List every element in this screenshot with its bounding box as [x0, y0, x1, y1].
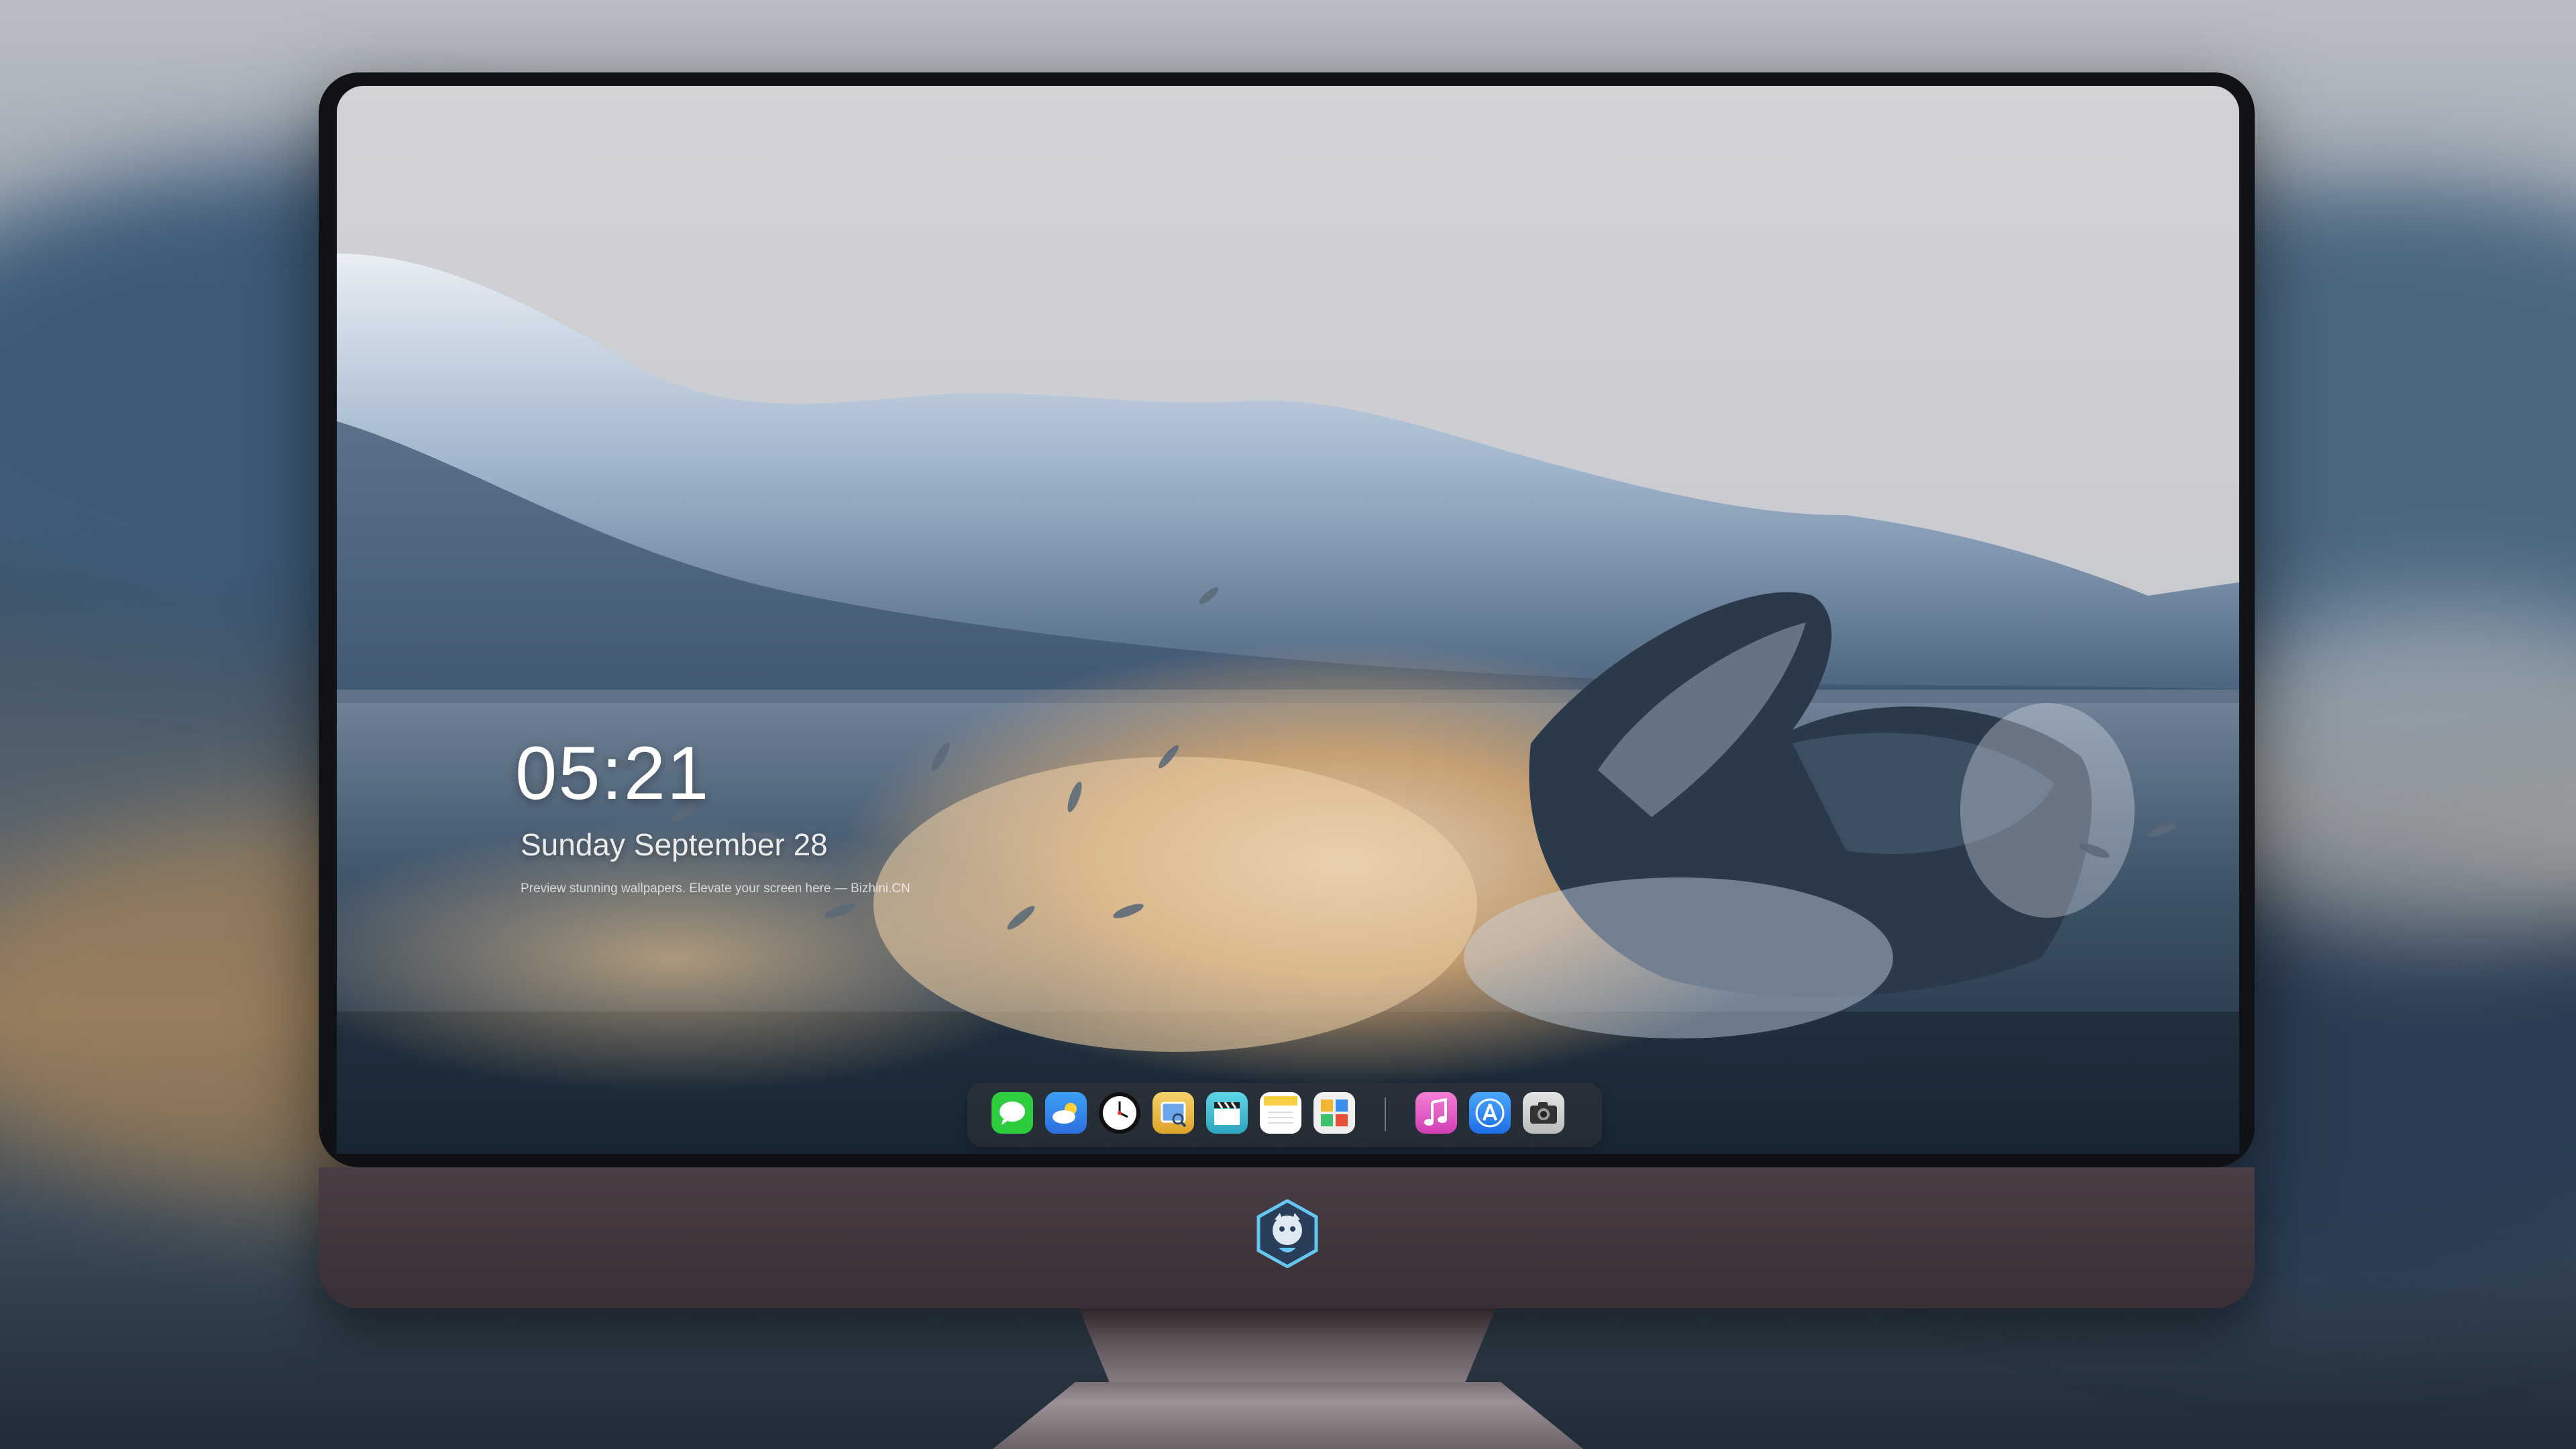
dock-item-clock[interactable] — [1099, 1092, 1140, 1134]
lock-screen-date: Sunday September 28 — [521, 827, 828, 862]
dock-separator — [1385, 1097, 1386, 1131]
lock-screen-time: 05:21 — [515, 731, 710, 815]
monitor-stand-neck — [1079, 1308, 1496, 1389]
dock-item-music[interactable] — [1415, 1092, 1457, 1134]
dock — [967, 1083, 1602, 1147]
dock-item-messages[interactable] — [991, 1092, 1033, 1134]
weather-icon — [1053, 1103, 1077, 1124]
dock-item-final-cut[interactable] — [1206, 1092, 1248, 1134]
wallpaper — [337, 86, 2239, 1154]
notes-icon — [1264, 1096, 1297, 1124]
dock-item-weather[interactable] — [1045, 1092, 1087, 1134]
app-store-icon — [1475, 1098, 1505, 1128]
photo-grid-icon — [1321, 1099, 1348, 1126]
dock-item-notes[interactable] — [1260, 1092, 1301, 1134]
desktop-screen: 05:21 Sunday September 28 Preview stunni… — [337, 86, 2239, 1154]
clapperboard-icon — [1214, 1102, 1240, 1125]
music-icon — [1424, 1098, 1447, 1126]
brand-logo-icon — [1256, 1199, 1318, 1268]
dock-item-camera[interactable] — [1523, 1092, 1564, 1134]
camera-icon — [1530, 1102, 1557, 1124]
dock-item-app-store[interactable] — [1469, 1092, 1511, 1134]
preview-icon — [1161, 1102, 1187, 1128]
monitor-stand-base — [993, 1382, 1583, 1449]
lock-screen-tagline: Preview stunning wallpapers. Elevate you… — [521, 881, 910, 896]
messages-icon — [1000, 1102, 1025, 1125]
clock-icon — [1103, 1096, 1136, 1130]
dock-item-preview[interactable] — [1152, 1092, 1194, 1134]
dock-item-photo-grid[interactable] — [1313, 1092, 1355, 1134]
